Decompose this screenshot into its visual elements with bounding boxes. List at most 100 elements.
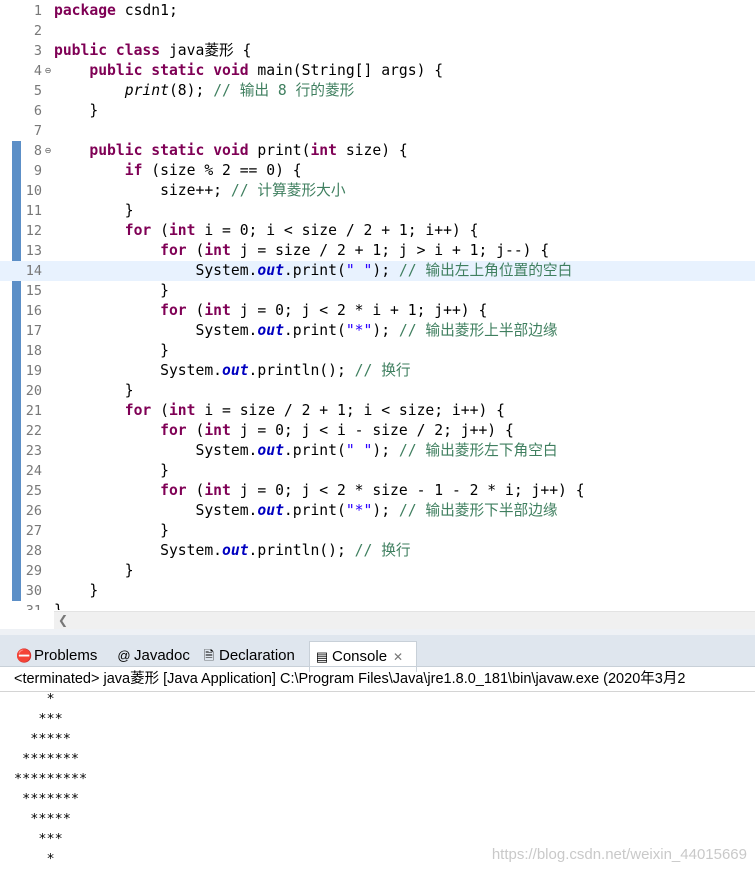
line-number: 24 (25, 463, 42, 479)
code-token: j = 0; j < 2 * i + 1; j++) { (230, 302, 488, 319)
code-line[interactable]: 2 (0, 21, 755, 41)
code-line[interactable]: 24 } (0, 461, 755, 481)
line-number: 23 (25, 443, 42, 459)
code-token: int (168, 402, 196, 419)
code-token: int (168, 222, 196, 239)
code-line[interactable]: 20 } (0, 381, 755, 401)
code-token: print( (248, 142, 311, 159)
line-number: 3 (33, 43, 42, 59)
code-token: } (54, 102, 99, 119)
code-line[interactable]: 10 size++; // 计算菱形大小 (0, 181, 755, 201)
code-token: class (115, 42, 161, 59)
code-token: public (54, 42, 108, 59)
code-line[interactable]: 6 } (0, 101, 755, 121)
code-text: } (54, 101, 98, 121)
editor-margin (0, 610, 54, 629)
code-text: size++; // 计算菱形大小 (54, 181, 345, 201)
code-token: System. (54, 262, 258, 279)
code-line[interactable]: 25 for (int j = 0; j < 2 * size - 1 - 2 … (0, 481, 755, 501)
line-number: 14 (25, 263, 42, 279)
console-output[interactable]: * *** ***** ******* ********* ******* ***… (14, 689, 87, 869)
code-line[interactable]: 31} (0, 601, 755, 610)
console-line: *** (14, 711, 63, 727)
code-line[interactable]: 12 for (int i = 0; i < size / 2 + 1; i++… (0, 221, 755, 241)
code-token: csdn1; (115, 2, 178, 19)
code-line[interactable]: 18 } (0, 341, 755, 361)
code-editor[interactable]: 1 package csdn1; 2 3 public class java菱形 {4 ⊖… (0, 0, 755, 610)
line-number: 16 (25, 303, 42, 319)
code-token: .println(); (248, 542, 355, 559)
code-token: (size % 2 == 0) { (142, 162, 302, 179)
views-tab-bar: ⛔ Problems @ Javadoc 🗎 Declaration ▤ Console ✕ (0, 629, 755, 672)
code-text: System.out.print(" "); // 输出菱形左下角空白 (54, 441, 557, 461)
code-line[interactable]: 13 for (int j = size / 2 + 1; j > i + 1;… (0, 241, 755, 261)
code-line[interactable]: 30 } (0, 581, 755, 601)
code-line[interactable]: 7 (0, 121, 755, 141)
code-token: public (89, 142, 143, 159)
code-token: .print( (283, 322, 346, 339)
code-token: } (54, 382, 134, 399)
code-text: if (size % 2 == 0) { (54, 161, 302, 181)
code-token: size) { (337, 142, 408, 159)
code-text: } (54, 521, 169, 541)
code-token: int (204, 422, 231, 439)
code-line[interactable]: 27 } (0, 521, 755, 541)
code-line[interactable]: 11 } (0, 201, 755, 221)
code-line[interactable]: 28 System.out.println(); // 换行 (0, 541, 755, 561)
scroll-left-icon[interactable]: ❮ (58, 613, 68, 627)
line-number: 2 (33, 23, 42, 39)
line-number: 25 (25, 483, 42, 499)
code-token: } (54, 202, 134, 219)
code-line[interactable]: 3 public class java菱形 { (0, 41, 755, 61)
code-token: main(String[] args) { (248, 62, 444, 79)
line-number: 22 (25, 423, 42, 439)
code-text: for (int i = size / 2 + 1; i < size; i++… (54, 401, 505, 421)
code-line[interactable]: 16 for (int j = 0; j < 2 * i + 1; j++) { (0, 301, 755, 321)
code-line[interactable]: 15 } (0, 281, 755, 301)
line-number: 17 (25, 323, 42, 339)
code-token: out (257, 502, 284, 519)
code-text: for (int j = 0; j < 2 * i + 1; j++) { (54, 301, 487, 321)
fold-toggle-icon[interactable]: ⊖ (43, 61, 53, 81)
code-line[interactable]: 22 for (int j = 0; j < i - size / 2; j++… (0, 421, 755, 441)
line-number: 30 (25, 583, 42, 599)
code-line[interactable]: 23 System.out.print(" "); // 输出菱形左下角空白 (0, 441, 755, 461)
code-line[interactable]: 19 System.out.println(); // 换行 (0, 361, 755, 381)
code-line[interactable]: 29 } (0, 561, 755, 581)
code-token: System. (54, 362, 223, 379)
code-line[interactable]: 26 System.out.print("*"); // 输出菱形下半部边缘 (0, 501, 755, 521)
code-token: static (151, 142, 205, 159)
code-text: public class java菱形 { (54, 41, 251, 61)
code-line[interactable]: 1 package csdn1; (0, 1, 755, 21)
code-token: } (54, 342, 169, 359)
bottom-views-panel: ⛔ Problems @ Javadoc 🗎 Declaration ▤ Console ✕ <… (0, 629, 755, 871)
code-line[interactable]: 8 ⊖ public static void print(int size) { (0, 141, 755, 161)
code-token: } (54, 462, 169, 479)
close-icon[interactable]: ✕ (393, 650, 403, 664)
code-token: // 输出左上角位置的空白 (398, 262, 573, 279)
code-line[interactable]: 21 for (int i = size / 2 + 1; i < size; … (0, 401, 755, 421)
code-token: // 换行 (354, 542, 411, 559)
code-line[interactable]: 9 if (size % 2 == 0) { (0, 161, 755, 181)
line-number: 31 (0, 601, 42, 610)
code-token: .println(); (248, 362, 355, 379)
line-number: 9 (33, 163, 42, 179)
console-line: ********* (14, 771, 88, 787)
code-token: for (124, 402, 152, 419)
code-line[interactable]: 4 ⊖ public static void main(String[] args… (0, 61, 755, 81)
fold-toggle-icon[interactable]: ⊖ (43, 141, 53, 161)
code-token: "*" (345, 322, 373, 339)
code-text: } (54, 381, 134, 401)
code-line[interactable]: 5 print(8); // 输出 8 行的菱形 (0, 81, 755, 101)
console-line: ***** (14, 811, 71, 827)
code-token: "*" (345, 502, 373, 519)
code-line[interactable]: 14 System.out.print(" "); // 输出左上角位置的空白 (0, 261, 755, 281)
code-token: out (257, 322, 284, 339)
horizontal-scrollbar[interactable]: ❮ (54, 611, 755, 629)
code-line[interactable]: 17 System.out.print("*"); // 输出菱形上半部边缘 (0, 321, 755, 341)
code-text: for (int j = 0; j < i - size / 2; j++) { (54, 421, 514, 441)
